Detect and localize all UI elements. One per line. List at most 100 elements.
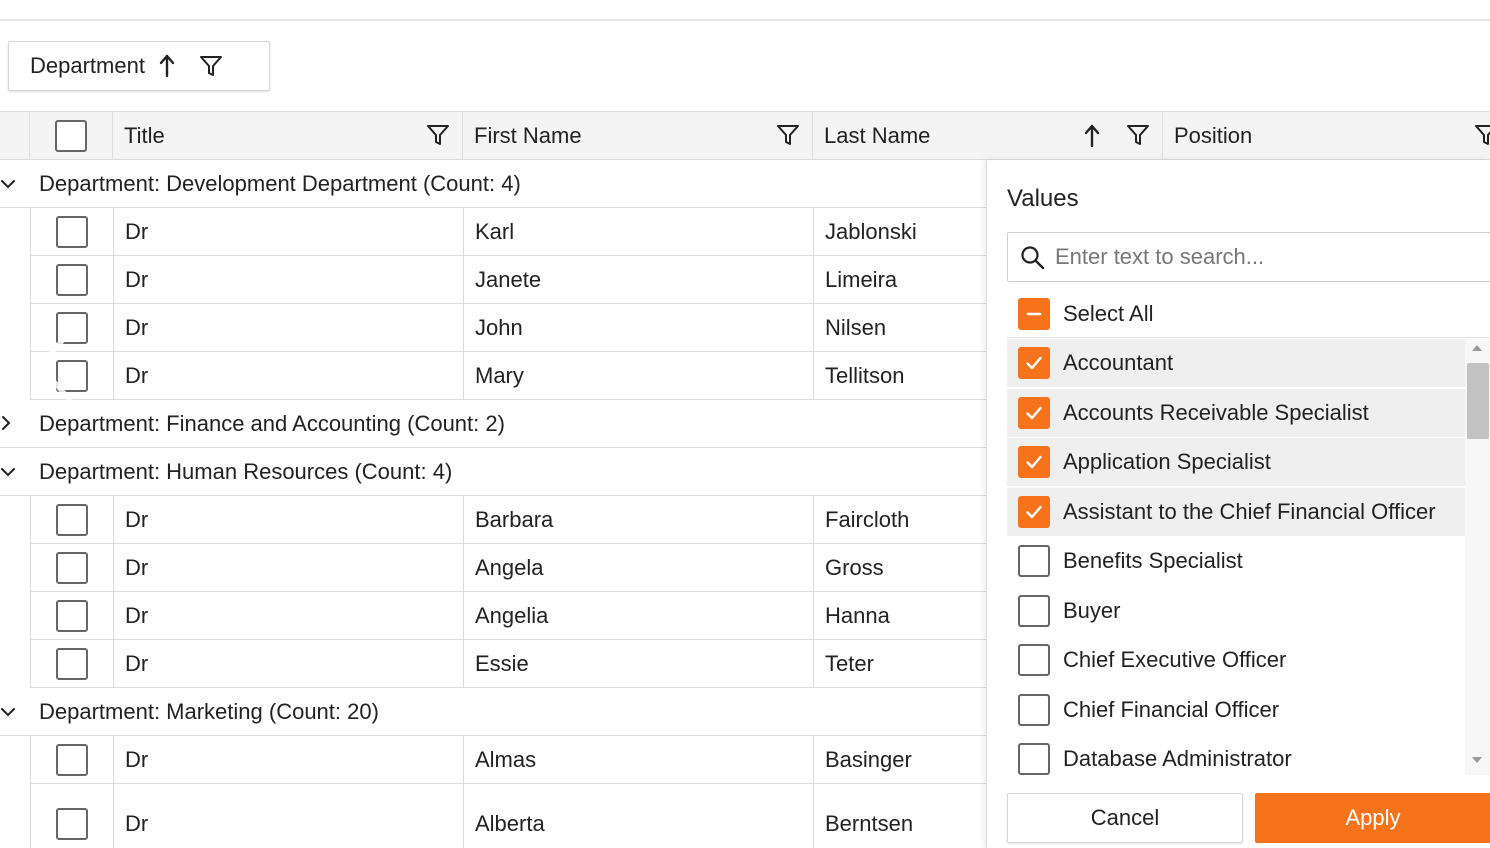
filter-icon[interactable] (1126, 123, 1150, 155)
filter-list-scrollbar[interactable] (1465, 339, 1490, 775)
checked-checkbox[interactable] (1018, 396, 1050, 429)
filter-value-label: Benefits Specialist (1063, 548, 1243, 573)
cell-title: Dr (113, 256, 463, 303)
cell-title: Dr (113, 496, 463, 543)
column-header-title[interactable]: Title (113, 112, 463, 159)
cell-first-name: Barbara (463, 496, 813, 543)
filter-search-box[interactable] (1007, 232, 1490, 282)
unchecked-checkbox[interactable] (1018, 545, 1050, 577)
filter-value-label: Assistant to the Chief Financial Officer (1063, 498, 1436, 524)
filter-value-item[interactable]: Buyer (1007, 587, 1465, 635)
row-checkbox[interactable] (56, 503, 88, 536)
filter-value-label: Buyer (1063, 597, 1121, 623)
table-row[interactable]: Dr Alberta Berntsen (30, 784, 986, 848)
select-all-checkbox[interactable] (1018, 298, 1050, 330)
filter-value-item[interactable]: Accountant (1007, 339, 1465, 387)
row-select-cell (30, 784, 113, 848)
row-checkbox[interactable] (56, 743, 88, 776)
cell-last-name: Hanna (813, 592, 986, 639)
checked-checkbox[interactable] (1018, 347, 1050, 379)
group-chip-label: Department (30, 53, 145, 78)
row-checkbox[interactable] (56, 551, 88, 584)
table-row[interactable]: Dr Angelia Hanna (30, 592, 986, 640)
unchecked-checkbox[interactable] (1018, 594, 1050, 627)
cancel-button[interactable]: Cancel (1007, 793, 1243, 843)
search-icon (1020, 245, 1046, 271)
filter-icon[interactable] (776, 123, 800, 153)
column-header-position[interactable]: Position (1163, 112, 1490, 159)
row-checkbox[interactable] (56, 599, 88, 632)
column-header-position-label: Position (1174, 122, 1253, 148)
scroll-thumb[interactable] (1467, 363, 1489, 439)
carousel-prev-icon[interactable] (30, 326, 80, 406)
filter-popup: Values Select All Accountant Accounts Rec… (986, 160, 1490, 848)
group-row[interactable]: Department: Marketing (Count: 20) (0, 688, 986, 736)
column-header-last-name[interactable]: Last Name (813, 112, 1163, 159)
checked-checkbox[interactable] (1018, 495, 1050, 528)
filter-value-label: Chief Executive Officer (1063, 647, 1287, 672)
table-row[interactable]: Dr Almas Basinger (30, 736, 986, 784)
table-row[interactable]: Dr John Nilsen (30, 304, 986, 352)
select-all-item[interactable]: Select All (1007, 291, 1490, 337)
chevron-down-icon[interactable] (0, 172, 22, 196)
scroll-up-icon[interactable] (1472, 345, 1482, 351)
group-row[interactable]: Department: Development Department (Coun… (0, 160, 986, 208)
apply-button[interactable]: Apply (1255, 793, 1490, 843)
header-select-all-checkbox[interactable] (55, 119, 87, 152)
filter-icon[interactable] (199, 54, 223, 78)
filter-value-item[interactable]: Chief Executive Officer (1007, 636, 1465, 684)
filter-value-item[interactable]: Chief Financial Officer (1007, 686, 1465, 734)
filter-value-item[interactable]: Database Administrator (1007, 735, 1465, 775)
filter-value-label: Application Specialist (1063, 449, 1271, 474)
sort-ascending-icon[interactable] (155, 53, 179, 79)
filter-value-item[interactable]: Application Specialist (1007, 438, 1465, 486)
header-select-all-cell (30, 112, 113, 159)
group-panel: Department (0, 21, 1490, 111)
cell-title: Dr (113, 592, 463, 639)
group-chip-department[interactable]: Department (8, 41, 270, 91)
cell-last-name: Jablonski (813, 208, 986, 255)
table-row[interactable]: Dr Mary Tellitson (30, 352, 986, 400)
cell-last-name: Nilsen (813, 304, 986, 351)
filter-value-item[interactable]: Assistant to the Chief Financial Officer (1007, 487, 1465, 536)
filter-popup-title: Values (1007, 185, 1079, 212)
unchecked-checkbox[interactable] (1018, 644, 1050, 676)
unchecked-checkbox[interactable] (1018, 693, 1050, 726)
row-checkbox[interactable] (56, 647, 88, 680)
cell-first-name: Angela (463, 544, 813, 591)
table-row[interactable]: Dr Janete Limeira (30, 256, 986, 304)
cell-last-name: Gross (813, 544, 986, 591)
filter-value-label: Database Administrator (1063, 746, 1292, 771)
chevron-down-icon[interactable] (0, 460, 22, 484)
filter-value-item[interactable]: Accounts Receivable Specialist (1007, 388, 1465, 437)
table-row[interactable]: Dr Barbara Faircloth (30, 496, 986, 544)
filter-search-input[interactable] (1055, 241, 1475, 273)
cell-title: Dr (113, 208, 463, 255)
group-row[interactable]: Department: Finance and Accounting (Coun… (0, 400, 986, 448)
sort-ascending-icon[interactable] (1080, 123, 1104, 155)
row-select-cell (30, 496, 113, 543)
row-checkbox[interactable] (56, 263, 88, 296)
chevron-right-icon[interactable] (0, 412, 22, 436)
column-header-first-name[interactable]: First Name (463, 112, 813, 159)
row-checkbox[interactable] (56, 807, 88, 840)
table-row[interactable]: Dr Essie Teter (30, 640, 986, 688)
scroll-down-icon[interactable] (1472, 757, 1482, 763)
row-select-cell (30, 736, 113, 783)
unchecked-checkbox[interactable] (1018, 743, 1050, 775)
filter-values-list: Accountant Accounts Receivable Specialist… (1007, 339, 1465, 775)
cell-first-name: Almas (463, 736, 813, 783)
table-row[interactable]: Dr Angela Gross (30, 544, 986, 592)
filter-icon[interactable] (1474, 123, 1490, 153)
cell-last-name: Teter (813, 640, 986, 687)
chevron-down-icon[interactable] (0, 700, 22, 724)
group-row[interactable]: Department: Human Resources (Count: 4) (0, 448, 986, 496)
checked-checkbox[interactable] (1018, 446, 1050, 478)
filter-icon[interactable] (426, 123, 450, 153)
filter-value-label: Chief Financial Officer (1063, 696, 1280, 722)
filter-value-label: Accounts Receivable Specialist (1063, 399, 1369, 425)
filter-value-item[interactable]: Benefits Specialist (1007, 537, 1465, 585)
table-row[interactable]: Dr Karl Jablonski (30, 208, 986, 256)
row-checkbox[interactable] (56, 215, 88, 248)
row-select-cell (30, 592, 113, 639)
